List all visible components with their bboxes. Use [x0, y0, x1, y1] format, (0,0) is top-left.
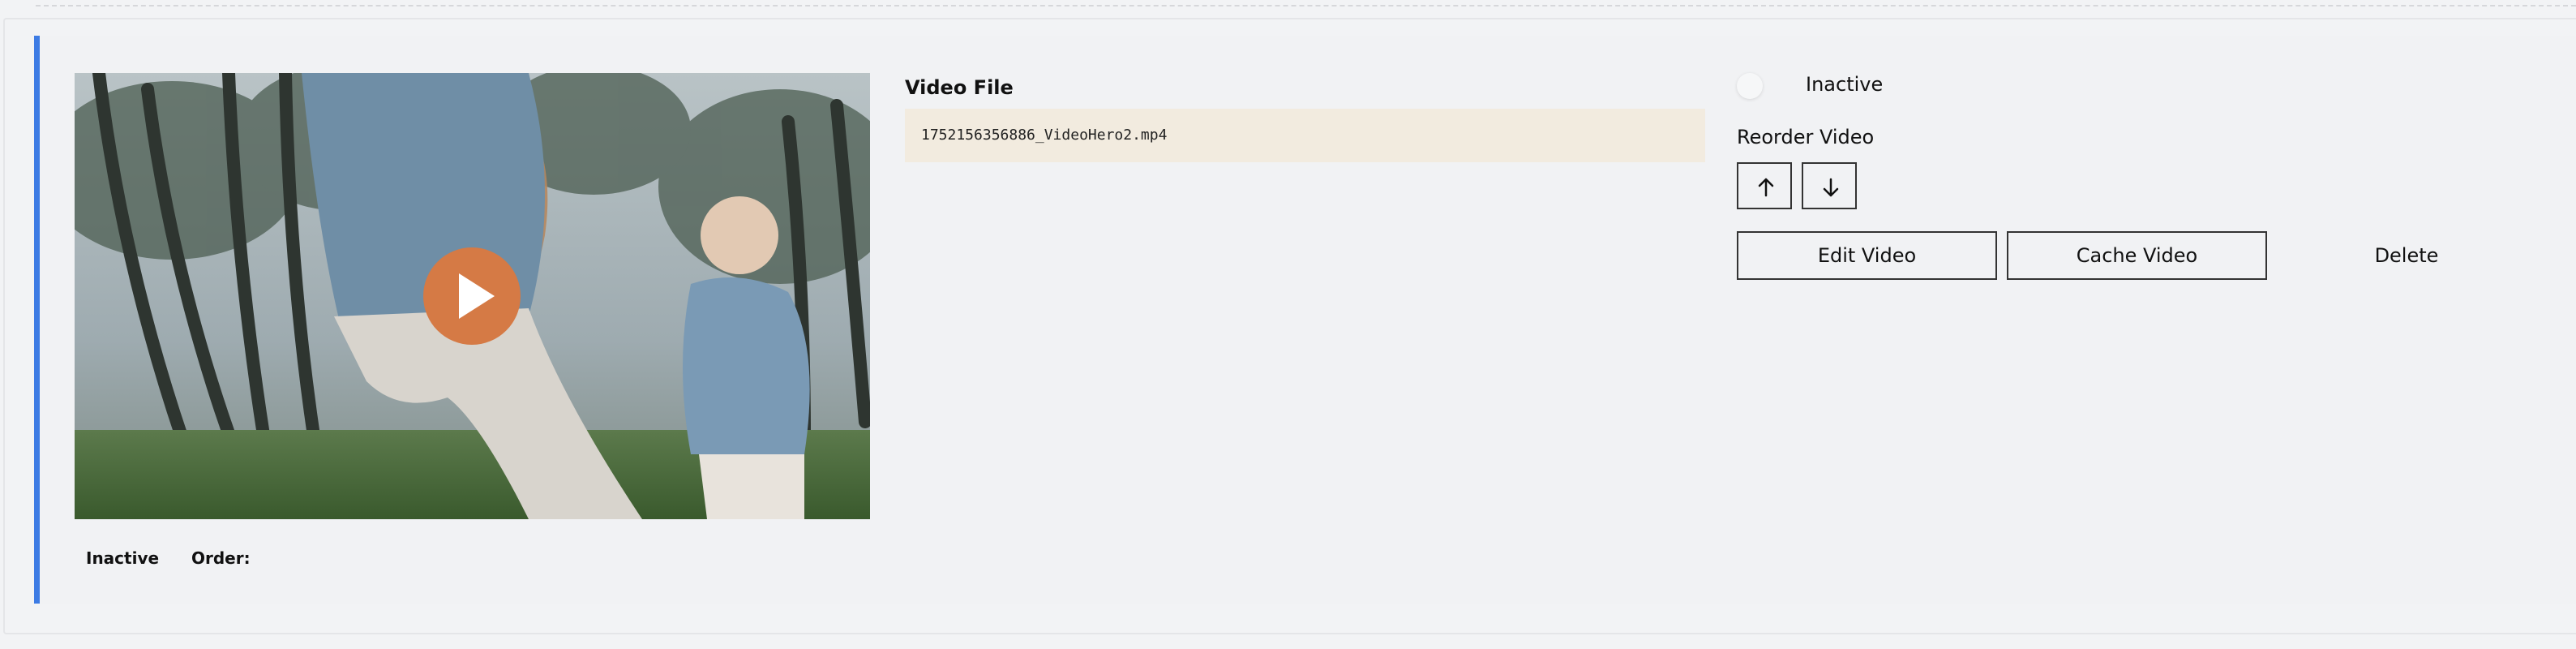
video-thumbnail[interactable] — [75, 73, 870, 519]
delete-button[interactable]: Delete — [2311, 231, 2502, 280]
toggle-knob — [1737, 73, 1763, 99]
status-toggle[interactable] — [1735, 71, 1771, 101]
video-file-label: Video File — [905, 76, 1014, 99]
edit-video-button[interactable]: Edit Video — [1737, 231, 1997, 280]
arrow-down-icon — [1823, 178, 1839, 197]
video-file-name: 1752156356886_VideoHero2.mp4 — [905, 109, 1705, 162]
cache-video-button[interactable]: Cache Video — [2007, 231, 2267, 280]
move-up-button[interactable] — [1737, 162, 1792, 209]
status-toggle-label: Inactive — [1806, 73, 1884, 96]
top-divider — [36, 0, 2576, 6]
reorder-label: Reorder Video — [1737, 126, 1875, 148]
order-chip: Order: — [191, 548, 251, 568]
status-chip: Inactive — [86, 548, 160, 568]
play-button[interactable] — [423, 247, 521, 345]
arrow-up-icon — [1758, 178, 1774, 197]
move-down-button[interactable] — [1802, 162, 1857, 209]
